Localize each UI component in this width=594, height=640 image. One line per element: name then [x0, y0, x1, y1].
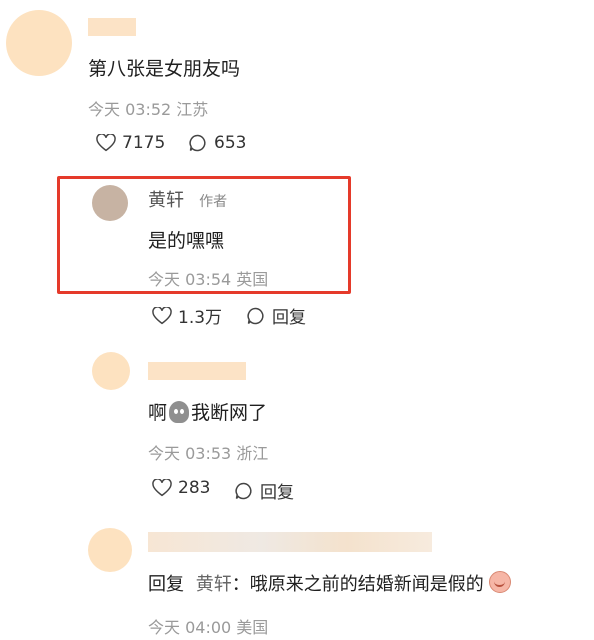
comment-meta: 今天 03:54 英国 [148, 266, 268, 290]
like-button[interactable]: 1.3万 [152, 303, 222, 328]
avatar[interactable] [92, 352, 130, 390]
comment-text: 第八张是女朋友吗 [88, 58, 241, 80]
comment-location: 英国 [236, 270, 269, 289]
embarrassed-face-icon [489, 571, 512, 593]
comment-text: 回复 黄轩：哦原来之前的结婚新闻是假的 [148, 570, 512, 596]
comment-time: 今天 03:52 [88, 100, 172, 119]
like-count: 283 [178, 478, 211, 498]
heart-icon [96, 134, 116, 152]
like-button[interactable]: 7175 [96, 133, 165, 153]
comment-location: 江苏 [176, 100, 209, 119]
like-count: 7175 [122, 133, 166, 153]
comment-bubble-icon [189, 134, 206, 152]
comment-location: 美国 [236, 618, 269, 637]
comment-meta: 今天 03:52 江苏 [88, 96, 208, 120]
username-redacted[interactable] [148, 362, 246, 380]
comment-text: 是的嘿嘿 [148, 230, 225, 252]
author-name[interactable]: 黄轩 [148, 190, 184, 211]
reply-prefix: 回复 [148, 574, 184, 595]
comment-time: 今天 03:53 [148, 444, 232, 463]
reply-label: 回复 [260, 483, 294, 503]
comment-location: 浙江 [236, 444, 269, 463]
heart-icon [152, 479, 172, 497]
comment-meta: 今天 04:00 美国 [148, 614, 268, 638]
like-button[interactable]: 283 [152, 478, 210, 498]
comment-time: 今天 04:00 [148, 618, 232, 637]
avatar[interactable] [6, 10, 72, 76]
reply-to-name[interactable]: 黄轩 [196, 574, 232, 595]
author-avatar[interactable] [92, 185, 128, 221]
reply-button[interactable]: 653 [188, 133, 246, 153]
reply-label: 回复 [272, 308, 306, 328]
reply-button[interactable]: 回复 [246, 303, 306, 328]
username-redacted[interactable] [88, 18, 136, 36]
heart-icon [152, 306, 172, 324]
comment-bubble-icon [235, 482, 252, 499]
reply-count: 653 [214, 133, 247, 153]
comment-text: 啊我断网了 [148, 401, 268, 424]
comment-meta: 今天 03:53 浙江 [148, 440, 268, 464]
reply-button[interactable]: 回复 [234, 478, 294, 503]
comment-bubble-icon [247, 307, 264, 324]
author-tag: 作者 [199, 194, 228, 210]
author-name-row: 黄轩 作者 [148, 186, 227, 212]
avatar[interactable] [88, 528, 132, 572]
username-redacted[interactable] [148, 532, 432, 552]
comment-time: 今天 03:54 [148, 270, 232, 289]
ghost-emoji-icon [169, 401, 190, 423]
like-count: 1.3万 [178, 308, 223, 328]
